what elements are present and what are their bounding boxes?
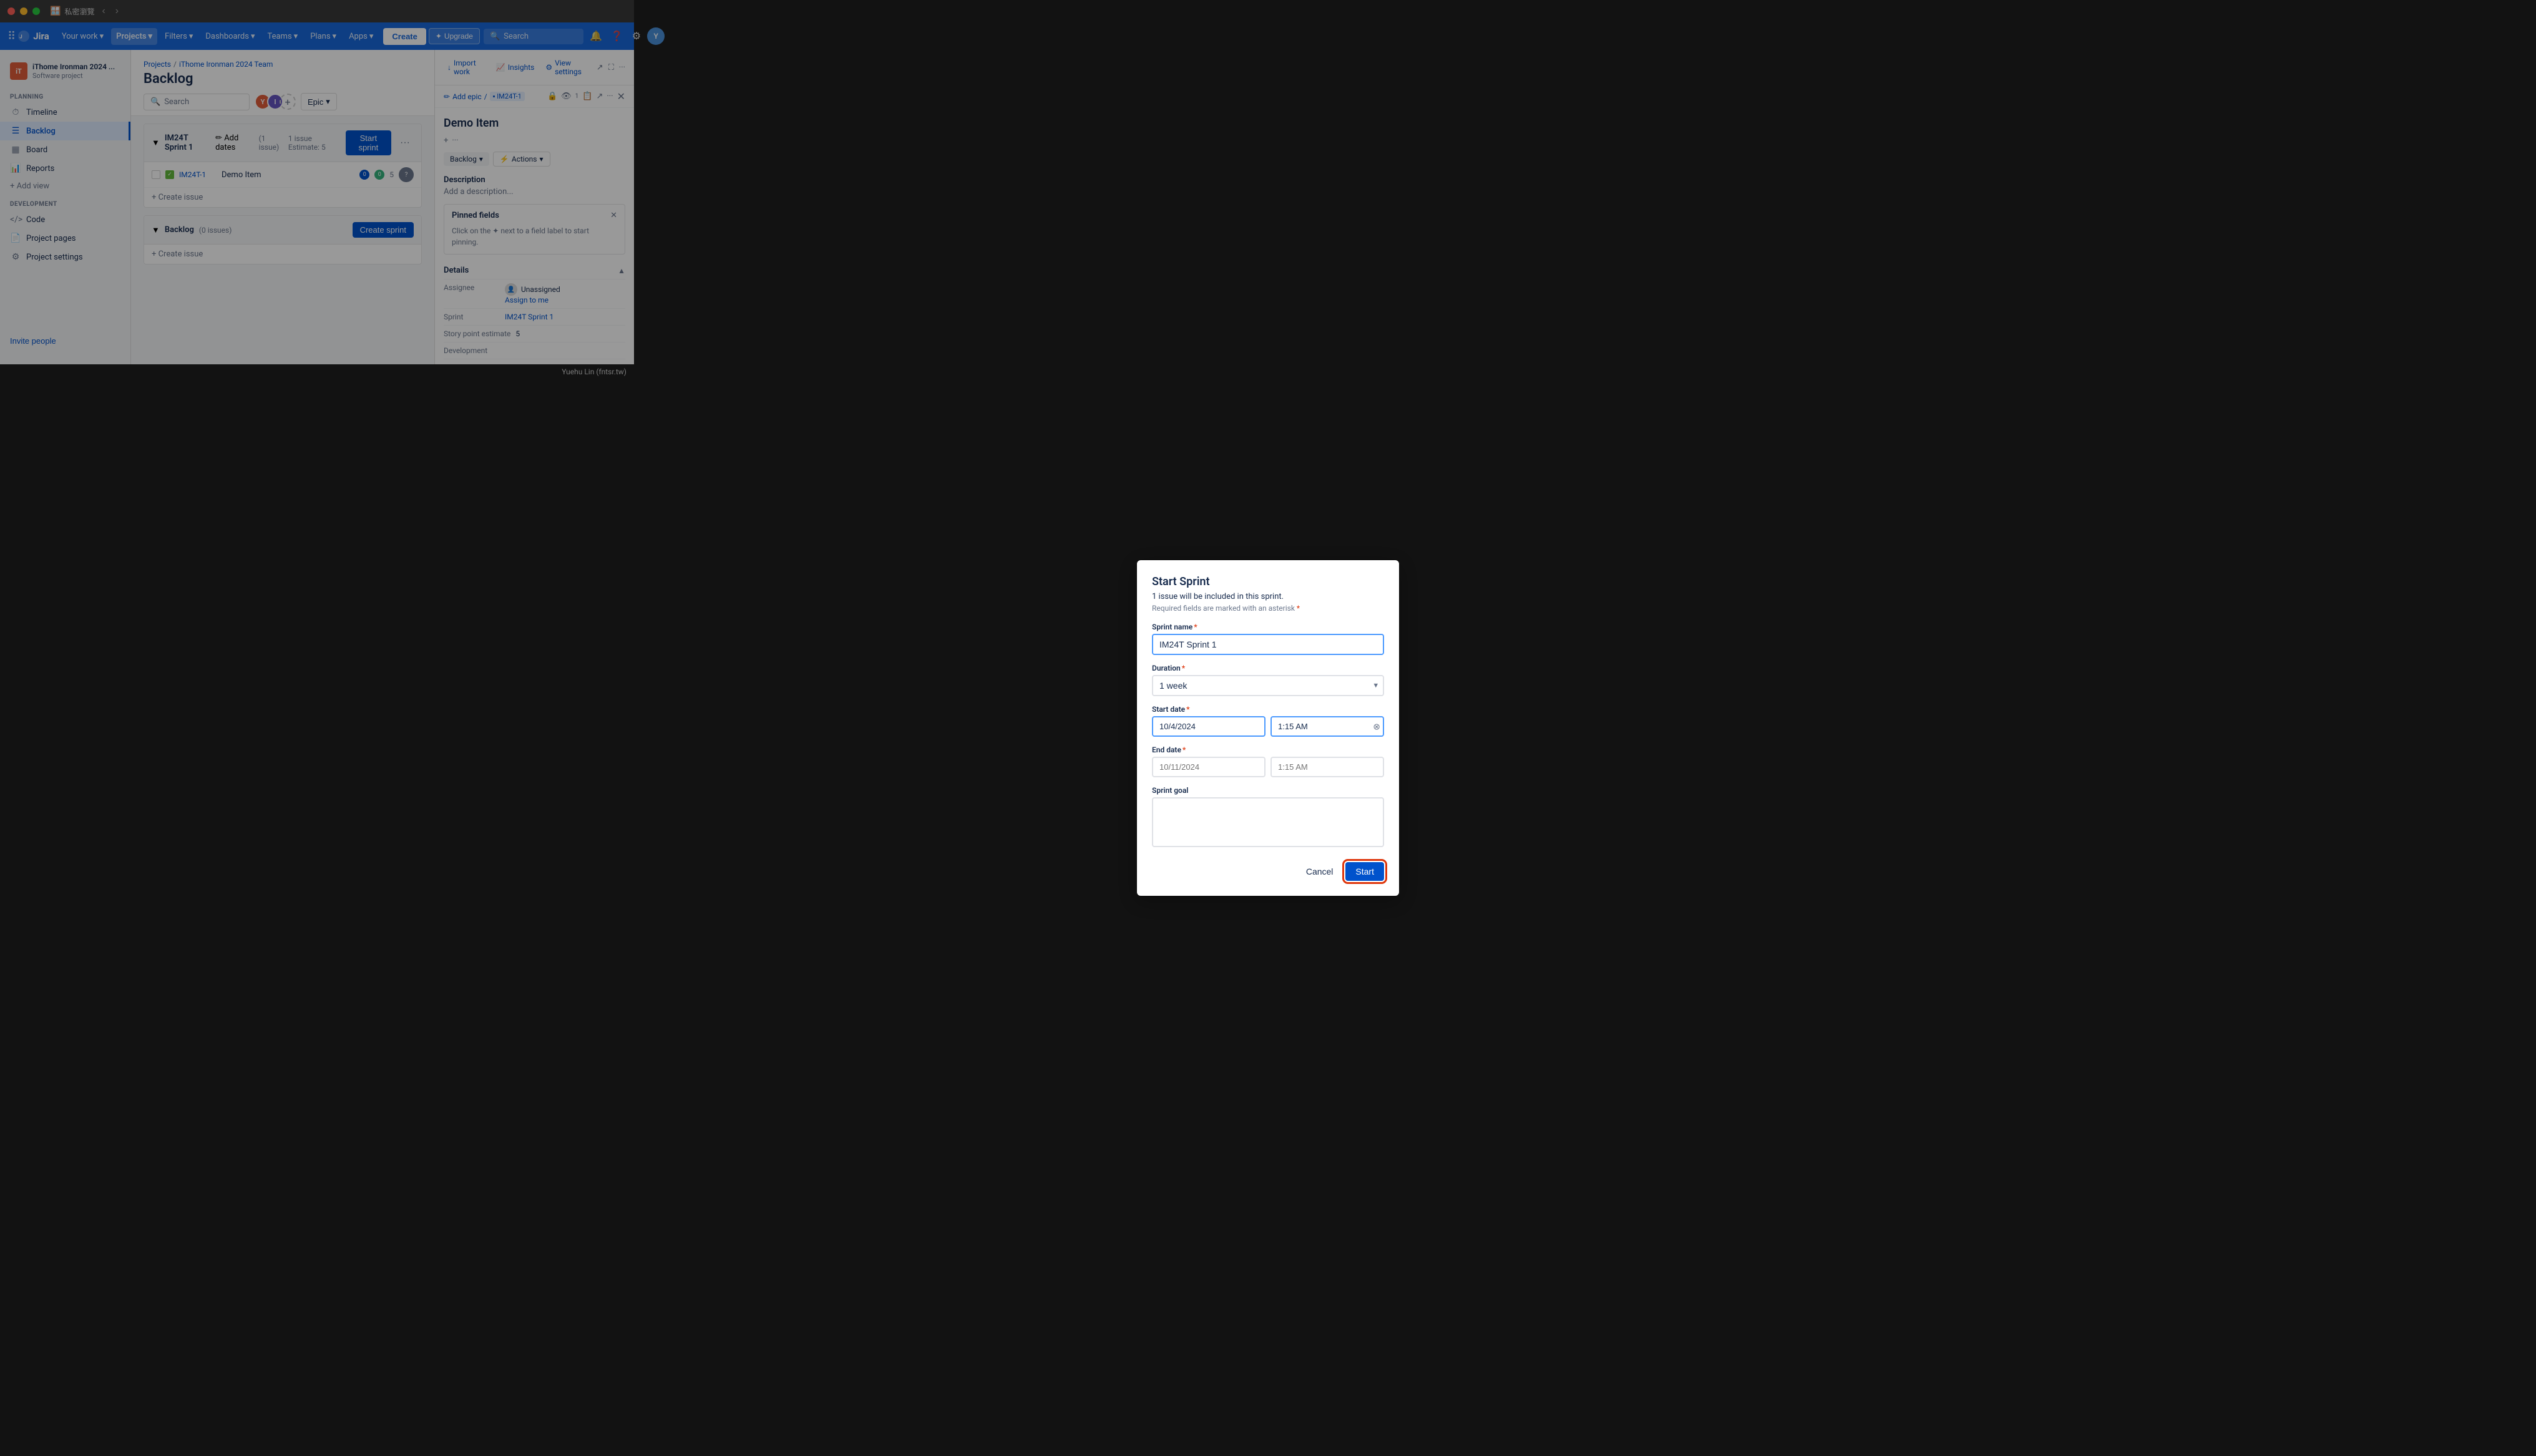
- modal-footer: Cancel Start: [1152, 862, 1384, 881]
- end-date-label: End date *: [1152, 745, 1384, 754]
- sprint-goal-textarea[interactable]: [1152, 797, 1384, 847]
- end-time-input[interactable]: [1270, 757, 1384, 777]
- app-container: ⠿ J Jira Your work ▾ Projects ▾ Filters …: [0, 22, 634, 364]
- modal-title: Start Sprint: [1152, 575, 1384, 588]
- modal-required-note: Required fields are marked with an aster…: [1152, 604, 1384, 613]
- start-date-input[interactable]: [1152, 716, 1266, 737]
- modal-overlay[interactable]: Start Sprint 1 issue will be included in…: [0, 0, 2536, 1456]
- start-date-group: Start date * ⊗: [1152, 705, 1384, 737]
- start-button[interactable]: Start: [1345, 862, 1384, 881]
- sprint-goal-label: Sprint goal: [1152, 786, 1384, 795]
- sprint-name-input[interactable]: [1152, 634, 1384, 655]
- start-time-input[interactable]: [1270, 716, 1384, 737]
- end-date-input[interactable]: [1152, 757, 1266, 777]
- end-date-group: End date *: [1152, 745, 1384, 777]
- modal-subtitle: 1 issue will be included in this sprint.: [1152, 592, 1384, 601]
- duration-label: Duration *: [1152, 664, 1384, 672]
- sprint-goal-group: Sprint goal: [1152, 786, 1384, 850]
- start-sprint-modal: Start Sprint 1 issue will be included in…: [1137, 560, 1399, 896]
- duration-select[interactable]: Custom 1 week 2 weeks 3 weeks 4 weeks: [1152, 675, 1384, 696]
- start-date-label: Start date *: [1152, 705, 1384, 714]
- cancel-button[interactable]: Cancel: [1299, 862, 1341, 881]
- sprint-name-group: Sprint name *: [1152, 623, 1384, 655]
- sprint-name-label: Sprint name *: [1152, 623, 1384, 631]
- clear-start-date-button[interactable]: ⊗: [1373, 721, 1380, 732]
- duration-group: Duration * Custom 1 week 2 weeks 3 weeks…: [1152, 664, 1384, 696]
